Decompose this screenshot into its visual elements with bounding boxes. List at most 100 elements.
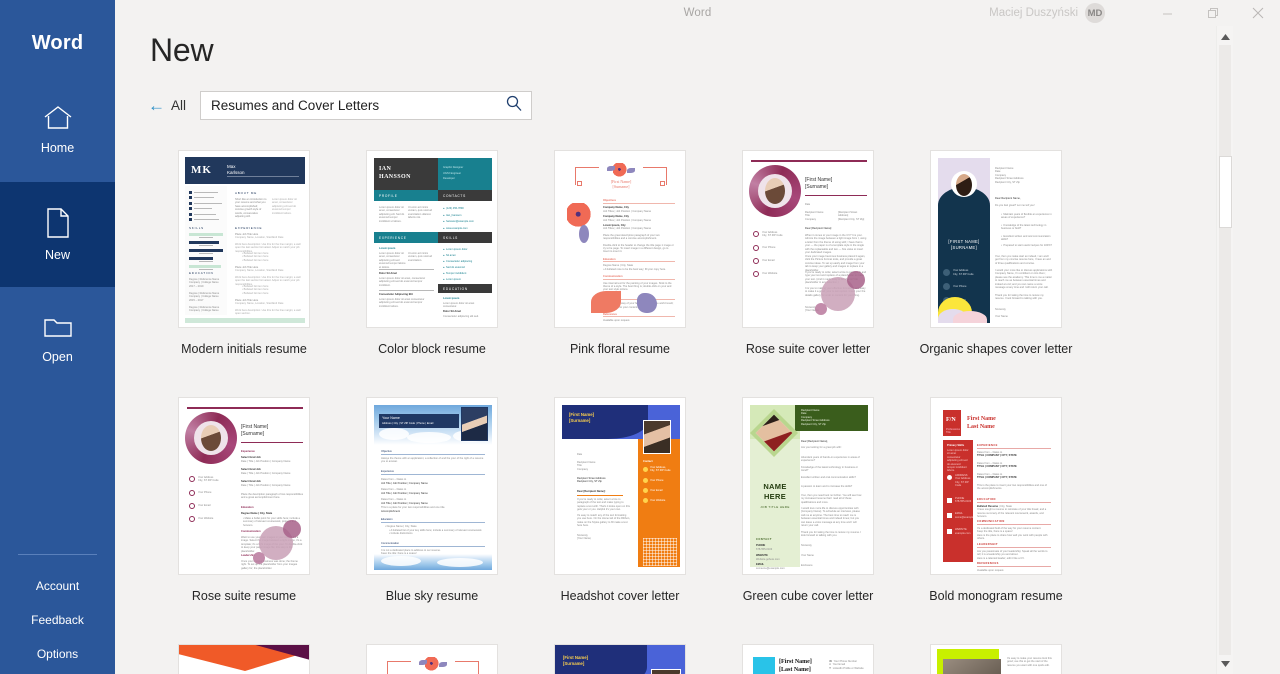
template-card-headshot-cover-letter[interactable]: [First Name] [Surname] Contact Your Addr… — [526, 397, 714, 603]
template-caption: Modern initials resume — [181, 342, 307, 356]
app-brand: Word — [31, 32, 84, 54]
document-icon — [45, 207, 71, 239]
sidebar-item-new-label: New — [44, 248, 70, 262]
folder-icon — [42, 315, 74, 341]
search-row: ← All — [115, 69, 1280, 120]
sidebar-item-account[interactable]: Account — [0, 569, 115, 603]
thumb-name-2: [Surname] — [563, 660, 585, 666]
template-gallery-scroll-area: MK Max Karlsson SKILLS EDUCATION Degree … — [115, 150, 1280, 674]
template-caption: Green cube cover letter — [742, 589, 874, 603]
template-card-row3-1[interactable]: [First Name] [Surname] Experience Dates … — [150, 644, 338, 674]
sidebar-item-home[interactable]: Home — [0, 77, 115, 182]
thumb-name-3: JOB TITLE HERE — [760, 505, 790, 509]
sidebar-item-new[interactable]: New — [0, 182, 115, 287]
all-templates-link[interactable]: All — [171, 98, 200, 113]
template-caption: Headshot cover letter — [560, 589, 680, 603]
template-caption: Bold monogram resume — [929, 589, 1063, 603]
template-card-pink-floral-resume[interactable]: [First Name] [Surname] Objectives Compan… — [526, 150, 714, 356]
thumb-name-2: Last Name — [967, 424, 995, 430]
sidebar-item-open[interactable]: Open — [0, 287, 115, 392]
thumb-name-2: [Surname] — [241, 430, 265, 437]
template-thumbnail: [First Name] [Last Name] [Job Title] ☎ Y… — [742, 644, 874, 674]
template-caption: Color block resume — [378, 342, 486, 356]
thumb-name-2: HERE — [763, 492, 787, 501]
home-icon — [42, 104, 74, 132]
thumb-name-1: First Name — [967, 416, 996, 422]
thumb-name-2: [Last Name] — [779, 666, 811, 673]
thumb-initials: F/N — [946, 417, 956, 423]
template-caption: Pink floral resume — [569, 342, 671, 356]
template-card-color-block-resume[interactable]: IAN HANSSON Graphic Designer UX/UI Engine… — [338, 150, 526, 356]
sidebar-divider — [18, 554, 97, 555]
thumb-name-1: Max — [227, 164, 236, 169]
title-bar: Word Maciej Duszyński MD — [115, 0, 1280, 26]
thumb-name-2: Karlsson — [227, 169, 245, 175]
template-card-row3-5[interactable]: [First Name] It's easy to make your resu… — [902, 644, 1090, 674]
template-thumbnail: Recipient Name Date Company Recipient Stree… — [742, 397, 874, 575]
template-thumbnail: [First Name] [Surname] Date Recipient Na… — [742, 150, 874, 328]
template-caption: Rose suite cover letter — [745, 342, 871, 356]
template-card-row3-3[interactable]: [First Name] [Surname] Experience Dates … — [526, 644, 714, 674]
thumb-name-2: Address | City | ST ZIP Code | Phone | E… — [382, 422, 434, 425]
template-card-rose-suite-resume[interactable]: [First Name] [Surname] Experience Select… — [150, 397, 338, 603]
sidebar: Word Home New Open Account Feedback Opti… — [0, 0, 115, 674]
template-card-blue-sky-resume[interactable]: Your Name Address | City | ST ZIP Code |… — [338, 397, 526, 603]
template-thumbnail: [First Name] [Surname] Date Recipient Na… — [366, 644, 498, 674]
template-thumbnail: [First Name] [Surname] Objectives Compan… — [554, 150, 686, 328]
template-thumbnail: [First Name] [Surname] Experience Dates … — [178, 644, 310, 674]
thumb-name-1: Your Name — [382, 416, 400, 420]
sidebar-bottom: Account Feedback Options — [0, 554, 115, 674]
window-title: Word — [683, 7, 712, 19]
template-card-organic-shapes-cover-letter[interactable]: [FIRST NAME] [SURNAME] Your Address City,… — [902, 150, 1090, 356]
thumb-name-1: [First Name] — [241, 424, 269, 430]
thumb-name-1: IAN — [379, 166, 392, 172]
template-card-row3-4[interactable]: [First Name] [Last Name] [Job Title] ☎ Y… — [714, 644, 902, 674]
search-input[interactable] — [211, 98, 504, 113]
thumb-name-1: [First Name] — [569, 412, 595, 417]
search-icon[interactable] — [503, 94, 525, 117]
thumb-initials: MK — [191, 164, 212, 176]
template-thumbnail: Your Name Address | City | ST ZIP Code |… — [366, 397, 498, 575]
scrollbar-track[interactable] — [1219, 45, 1231, 655]
main-content: New ← All MK MaxKarlsson — [115, 26, 1280, 674]
thumb-name-1: [First Name] — [563, 655, 589, 660]
search-box[interactable] — [200, 91, 533, 120]
template-caption: Organic shapes cover letter — [919, 342, 1073, 356]
template-card-green-cube-cover-letter[interactable]: Recipient Name Date Company Recipient Stree… — [714, 397, 902, 603]
template-thumbnail: [First Name] [Surname] Experience Dates … — [554, 644, 686, 674]
template-caption: Blue sky resume — [385, 589, 479, 603]
sidebar-item-home-label: Home — [40, 141, 75, 155]
template-thumbnail: [First Name] [Surname] Contact Your Addr… — [554, 397, 686, 575]
sidebar-item-feedback[interactable]: Feedback — [0, 603, 115, 637]
template-thumbnail: MK Max Karlsson SKILLS EDUCATION Degree … — [178, 150, 310, 328]
sidebar-item-open-label: Open — [42, 350, 73, 364]
template-gallery: MK Max Karlsson SKILLS EDUCATION Degree … — [150, 150, 1220, 674]
scroll-down-arrow-icon[interactable] — [1217, 655, 1234, 672]
thumb-name-2: HANSSON — [379, 174, 411, 180]
sidebar-item-options[interactable]: Options — [0, 637, 115, 671]
sidebar-nav: Home New Open — [0, 77, 115, 392]
template-card-modern-initials-resume[interactable]: MK Max Karlsson SKILLS EDUCATION Degree … — [150, 150, 338, 356]
thumb-name-2: [SURNAME] — [951, 245, 977, 250]
thumb-name-1: [First Name] — [805, 177, 833, 183]
scrollbar-thumb[interactable] — [1219, 156, 1232, 228]
thumb-name-1: NAME — [763, 482, 787, 491]
template-card-bold-monogram-resume[interactable]: F/N Professional Title First Name Last Na… — [902, 397, 1090, 603]
template-thumbnail: [First Name] [Surname] Experience Select… — [178, 397, 310, 575]
vertical-scrollbar[interactable] — [1216, 26, 1233, 674]
thumb-name-2: [Surname] — [612, 184, 630, 189]
thumb-name-2: [Surname] — [569, 417, 591, 423]
thumb-name-1: [First Name] — [779, 659, 812, 665]
thumb-name-2: [Surname] — [805, 183, 829, 190]
thumb-name-1: [FIRST NAME] — [948, 239, 980, 244]
template-card-rose-suite-cover-letter[interactable]: [First Name] [Surname] Date Recipient Na… — [714, 150, 902, 356]
back-arrow-icon[interactable]: ← — [142, 97, 171, 114]
template-thumbnail: IAN HANSSON Graphic Designer UX/UI Engine… — [366, 150, 498, 328]
template-thumbnail: [FIRST NAME] [SURNAME] Your Address City,… — [930, 150, 1062, 328]
template-caption: Rose suite resume — [191, 589, 297, 603]
template-thumbnail: [First Name] It's easy to make your resu… — [930, 644, 1062, 674]
scroll-up-arrow-icon[interactable] — [1217, 28, 1234, 45]
template-thumbnail: F/N Professional Title First Name Last Na… — [930, 397, 1062, 575]
page-title: New — [150, 32, 214, 68]
template-card-row3-2[interactable]: [First Name] [Surname] Date Recipient Na… — [338, 644, 526, 674]
